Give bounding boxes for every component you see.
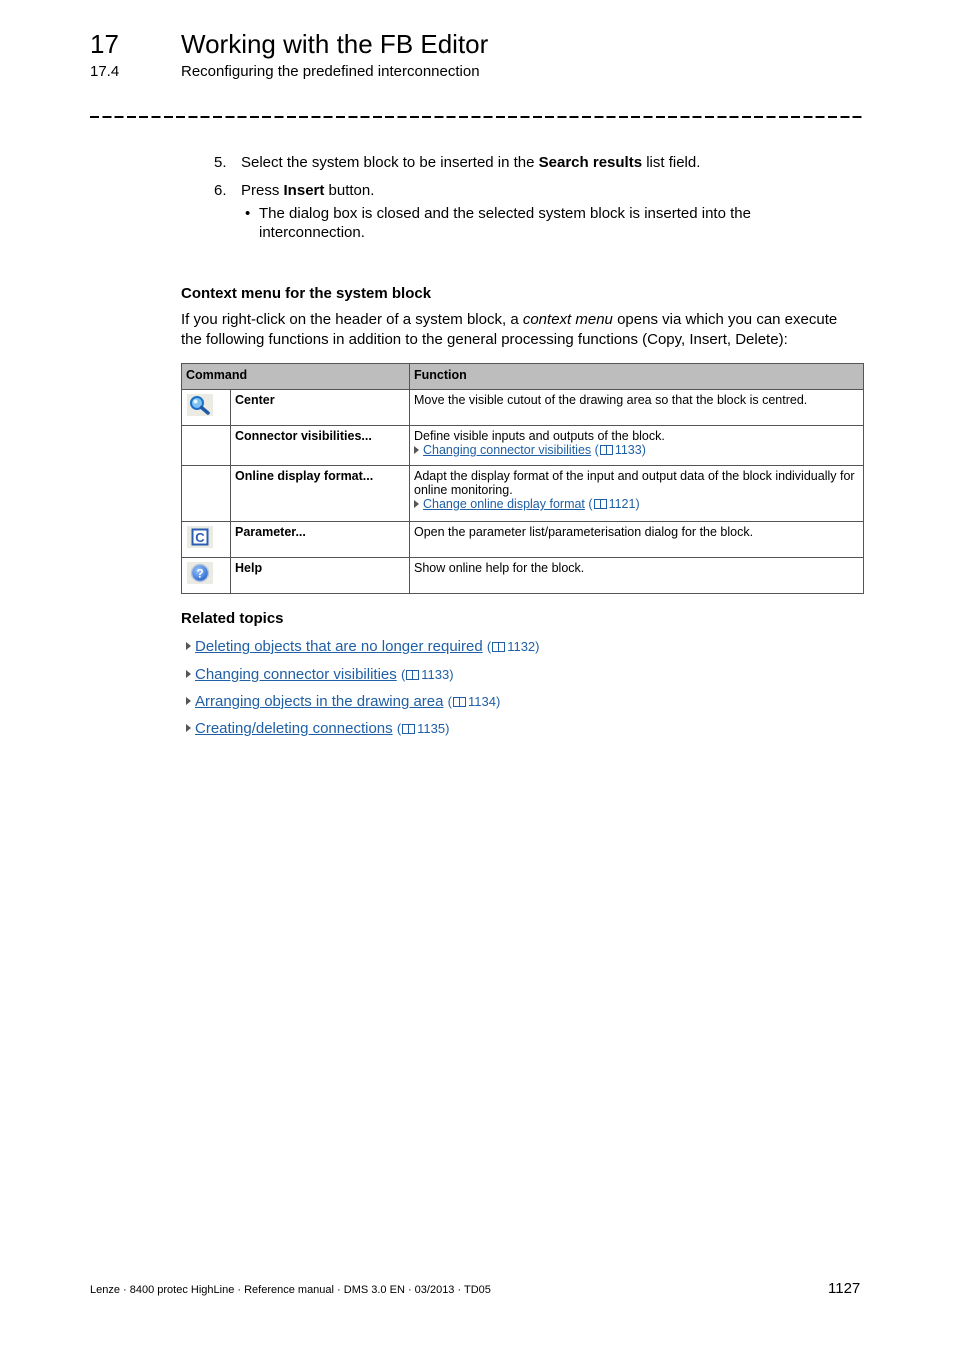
arrow-right-icon: [186, 642, 191, 651]
command-name: Help: [230, 557, 410, 594]
section-number: 17.4: [90, 63, 120, 80]
help-icon: ?: [187, 562, 213, 584]
svg-text:?: ?: [196, 567, 203, 581]
icon-cell: C: [181, 521, 231, 558]
ui-term: Insert: [283, 182, 325, 199]
function-description: Open the parameter list/parameterisation…: [409, 521, 864, 558]
link-creating-deleting-connections[interactable]: Creating/deleting connections: [195, 720, 393, 737]
page-reference: (1121): [588, 497, 640, 511]
page-number: 1133: [614, 443, 642, 457]
function-link-line: Changing connector visibilities (1133): [414, 443, 859, 457]
step-text: Press Insert button.: [241, 181, 374, 201]
page-reference: (1135): [396, 721, 450, 736]
page-reference: (1134): [447, 694, 501, 709]
intro-text: If you right-click on the header of a sy…: [181, 311, 523, 328]
page-number: 1134: [468, 694, 496, 709]
bullet-text-line2: interconnection.: [259, 224, 365, 241]
related-topic-item: Creating/deleting connections (1135): [186, 719, 449, 739]
link-change-online-display-format[interactable]: Change online display format: [423, 497, 585, 511]
icon-cell: ?: [181, 557, 231, 594]
table-row: Connector visibilities... Define visible…: [181, 425, 864, 466]
book-icon: [593, 498, 607, 509]
svg-text:C: C: [195, 530, 205, 545]
page-reference: (1132): [486, 639, 540, 654]
arrow-right-icon: [414, 499, 419, 508]
page-reference: (1133): [594, 443, 646, 457]
chapter-number: 17: [90, 29, 119, 59]
page-reference: (1133): [400, 667, 454, 682]
context-menu-table: Command Function Center Move the visible…: [181, 363, 864, 594]
related-topic-item: Deleting objects that are no longer requ…: [186, 637, 540, 657]
ui-term: Search results: [538, 154, 643, 171]
table-row: ? Help Show online help for the block.: [181, 557, 864, 594]
page-number: 1132: [507, 639, 536, 654]
bullet-text-line1: The dialog box is closed and the selecte…: [259, 205, 751, 222]
step-text-part: list field.: [642, 154, 701, 171]
step-number: 6.: [214, 182, 227, 199]
context-menu-heading: Context menu for the system block: [181, 285, 432, 302]
link-changing-connector-visibilities[interactable]: Changing connector visibilities: [195, 666, 397, 683]
page-number-footer: 1127: [828, 1280, 861, 1297]
header-divider: [90, 116, 862, 118]
parameter-c-icon: C: [187, 526, 213, 548]
link-deleting-objects[interactable]: Deleting objects that are no longer requ…: [195, 638, 483, 655]
context-menu-intro: If you right-click on the header of a sy…: [181, 310, 871, 350]
chapter-title: Working with the FB Editor: [181, 29, 489, 59]
related-topic-item: Changing connector visibilities (1133): [186, 665, 454, 685]
book-icon: [402, 723, 416, 734]
footer-text: Lenze · 8400 protec HighLine · Reference…: [90, 1284, 491, 1296]
page-number: 1121: [608, 497, 636, 511]
step-text-part: button.: [324, 182, 375, 199]
command-name: Online display format...: [230, 465, 410, 522]
table-row: Center Move the visible cutout of the dr…: [181, 389, 864, 426]
table-row: Online display format... Adapt the displ…: [181, 465, 864, 522]
function-cell: Define visible inputs and outputs of the…: [409, 425, 864, 466]
link-changing-connector-visibilities[interactable]: Changing connector visibilities: [423, 443, 591, 457]
intro-text: opens via which you can execute: [612, 311, 838, 328]
function-description: Move the visible cutout of the drawing a…: [409, 389, 864, 426]
intro-emphasis: context menu: [522, 311, 613, 328]
section-title: Reconfiguring the predefined interconnec…: [181, 63, 480, 80]
command-name: Center: [230, 389, 410, 426]
icon-cell: [181, 465, 231, 522]
command-name: Connector visibilities...: [230, 425, 410, 466]
related-topic-item: Arranging objects in the drawing area (1…: [186, 692, 500, 712]
arrow-right-icon: [414, 445, 419, 454]
page-number: 1135: [417, 721, 446, 736]
step-text: Select the system block to be inserted i…: [241, 153, 700, 173]
book-icon: [453, 696, 466, 707]
function-description: Show online help for the block.: [409, 557, 864, 594]
icon-cell: [181, 389, 231, 426]
intro-text: the following functions in addition to t…: [181, 331, 788, 348]
icon-cell: [181, 425, 231, 466]
page-number: 1133: [421, 667, 450, 682]
magnifier-icon: [187, 394, 213, 416]
arrow-right-icon: [186, 724, 191, 733]
step-number: 5.: [214, 154, 227, 171]
arrow-right-icon: [186, 697, 191, 706]
book-icon: [492, 641, 506, 652]
bullet-marker: •: [245, 205, 251, 222]
function-link-line: Change online display format (1121): [414, 497, 859, 511]
command-name: Parameter...: [230, 521, 410, 558]
function-cell: Adapt the display format of the input an…: [409, 465, 864, 522]
table-row: C Parameter... Open the parameter list/p…: [181, 521, 864, 558]
step-text-part: Select the system block to be inserted i…: [241, 154, 539, 171]
step-text-part: Press: [241, 182, 284, 199]
book-icon: [406, 669, 420, 680]
arrow-right-icon: [186, 670, 191, 679]
function-description: Define visible inputs and outputs of the…: [414, 429, 665, 443]
step-6: 6. Press Insert button.: [214, 181, 854, 201]
header-command: Command: [181, 363, 410, 390]
table-header-row: Command Function: [181, 363, 864, 390]
function-description: Adapt the display format of the input an…: [414, 469, 855, 497]
header-function: Function: [409, 363, 864, 390]
related-topics-heading: Related topics: [181, 610, 284, 627]
link-arranging-objects[interactable]: Arranging objects in the drawing area: [195, 693, 443, 710]
book-icon: [599, 444, 613, 455]
step-5: 5. Select the system block to be inserte…: [214, 153, 854, 173]
